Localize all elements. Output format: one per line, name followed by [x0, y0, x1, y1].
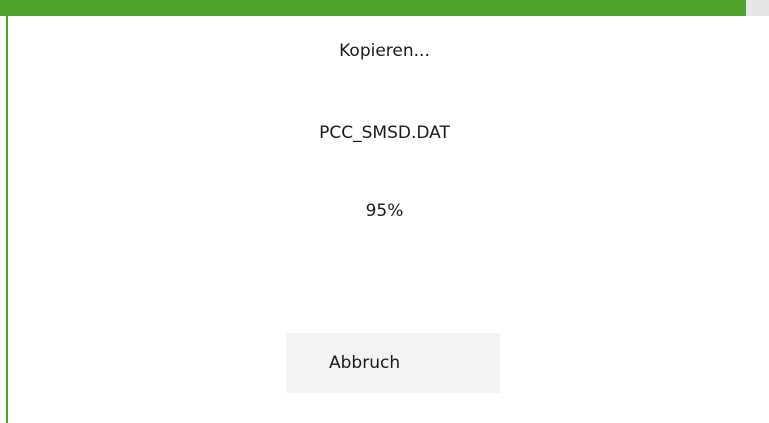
progress-bar-fill: [0, 0, 746, 16]
file-name: PCC_SMSD.DAT: [319, 123, 450, 143]
dialog-title: Kopieren...: [339, 41, 430, 61]
progress-percent: 95%: [365, 201, 404, 221]
cancel-button[interactable]: Abbruch: [286, 333, 500, 393]
copy-progress-dialog: Kopieren... PCC_SMSD.DAT 95% Abbruch: [0, 0, 769, 423]
progress-bar: [0, 0, 769, 16]
